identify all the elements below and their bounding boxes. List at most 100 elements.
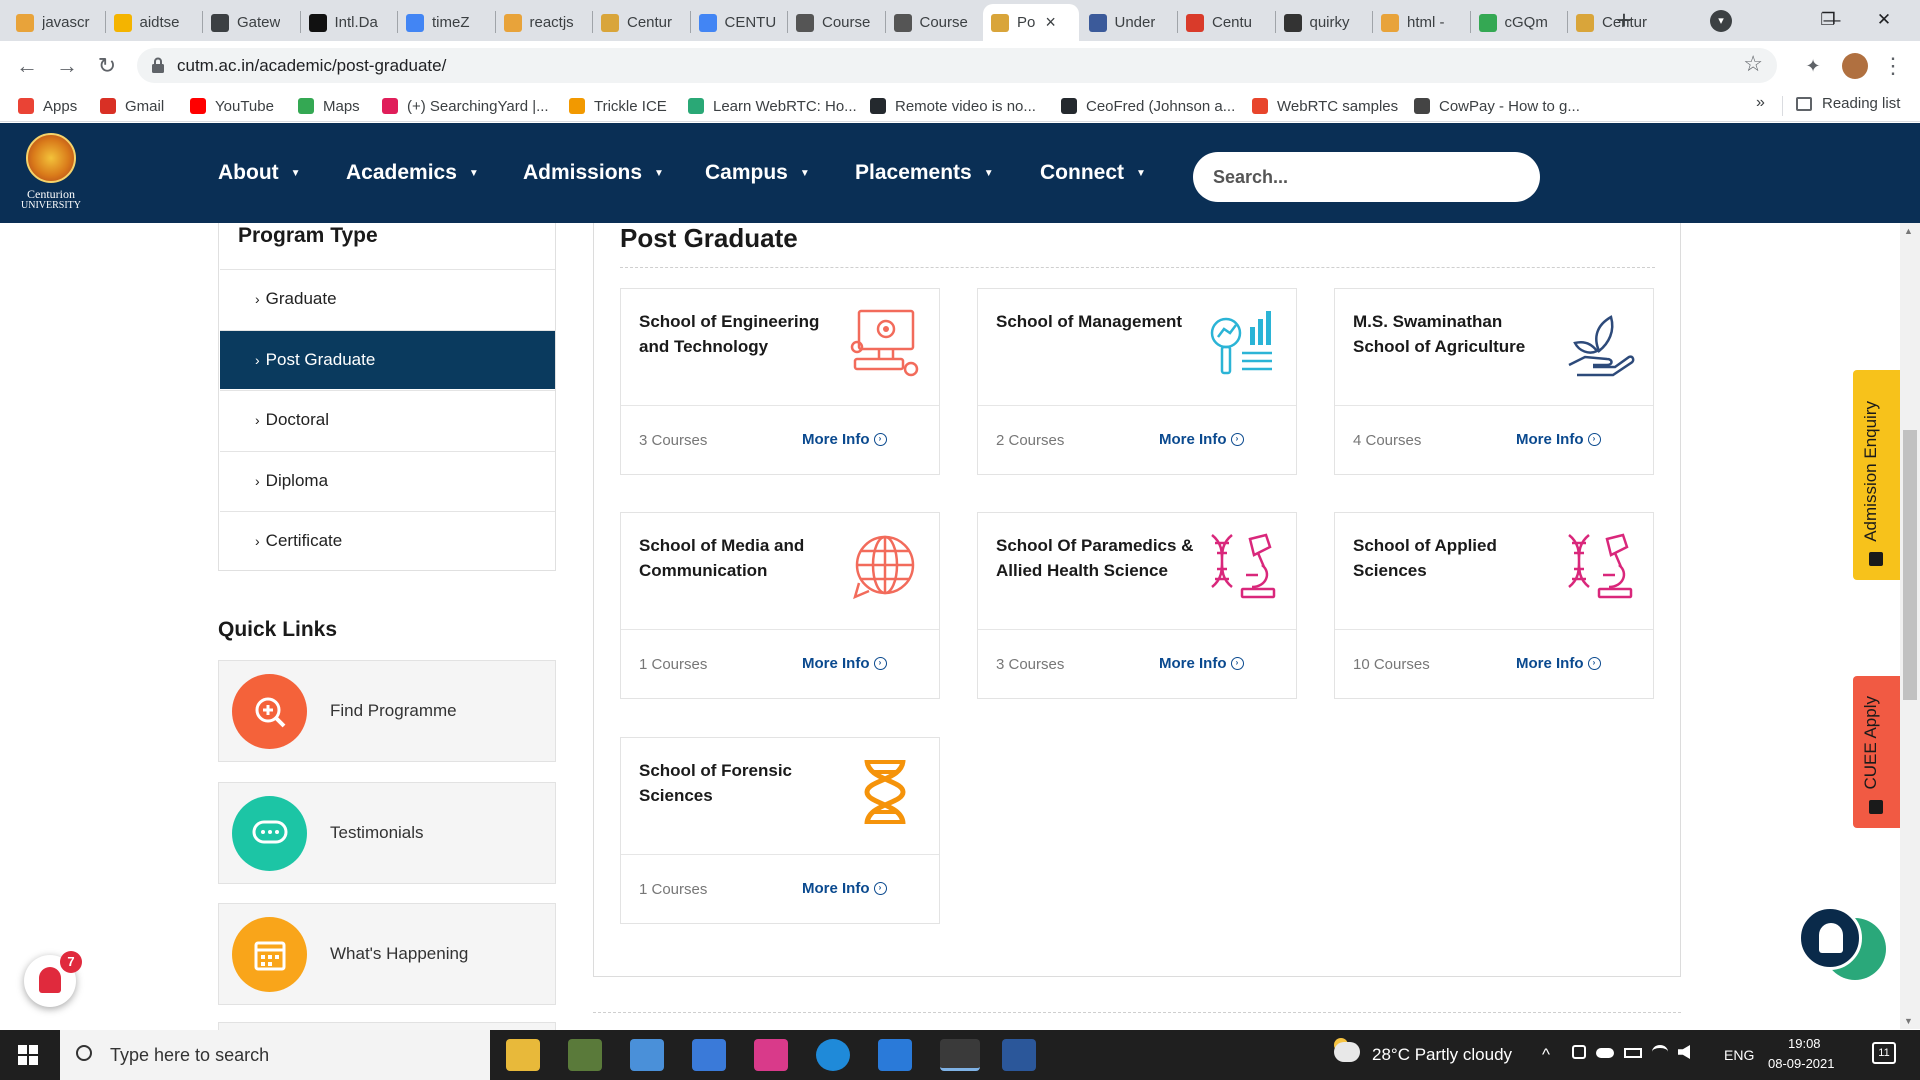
bookmark-item[interactable]: Remote video is no...	[870, 95, 1036, 117]
scroll-up-arrow[interactable]: ▲	[1904, 226, 1913, 236]
site-search-box[interactable]	[1193, 152, 1540, 202]
clock-date[interactable]: 08-09-2021	[1768, 1056, 1835, 1071]
language-indicator[interactable]: ENG	[1724, 1047, 1754, 1063]
taskbar-search-box[interactable]: Type here to search	[60, 1030, 490, 1080]
file-explorer-icon[interactable]	[506, 1039, 540, 1071]
school-card[interactable]: School of Media and Communication 1 Cours…	[620, 512, 940, 699]
bookmark-item[interactable]: Gmail	[100, 95, 164, 117]
nav-item-placements[interactable]: Placements ▼	[855, 161, 994, 185]
browser-tab[interactable]: reactjs	[496, 4, 592, 41]
word-icon[interactable]	[1002, 1039, 1036, 1071]
bookmark-item[interactable]: CowPay - How to g...	[1414, 95, 1580, 117]
browser-tab[interactable]: Centur	[1568, 4, 1664, 41]
school-card[interactable]: School of Management 2 Courses More Info ›	[977, 288, 1297, 475]
edge-icon[interactable]	[816, 1039, 850, 1071]
browser-tab[interactable]: javascr	[8, 4, 104, 41]
browser-tab[interactable]: Po ×	[983, 4, 1079, 41]
nav-item-admissions[interactable]: Admissions ▼	[523, 161, 664, 185]
nav-item-about[interactable]: About ▼	[218, 161, 301, 185]
action-center-badge[interactable]: 11	[1872, 1042, 1896, 1064]
more-info-link[interactable]: More Info ›	[1516, 431, 1601, 448]
profile-avatar[interactable]	[1842, 53, 1868, 79]
browser-tab[interactable]: cGQm	[1471, 4, 1567, 41]
browser-tab[interactable]: CENTU	[691, 4, 787, 41]
store-icon[interactable]	[630, 1039, 664, 1071]
tab-search-button[interactable]: ▾	[1710, 10, 1732, 32]
program-item-post-graduate[interactable]: › Post Graduate	[220, 329, 555, 389]
browser-tab[interactable]: timeZ	[398, 4, 494, 41]
browser-tab[interactable]: Course	[788, 4, 884, 41]
app-robot-icon[interactable]	[754, 1039, 788, 1071]
nav-label: Academics	[346, 161, 457, 184]
cuee-apply-tab[interactable]: CUEE Apply	[1853, 676, 1900, 828]
more-bookmarks-button[interactable]: »	[1756, 94, 1765, 112]
push-notification-button[interactable]	[1798, 906, 1862, 970]
nav-item-campus[interactable]: Campus ▼	[705, 161, 810, 185]
browser-tab[interactable]: Centur	[593, 4, 689, 41]
weather-text[interactable]: 28°C Partly cloudy	[1372, 1045, 1512, 1065]
centurion-logo[interactable]: Centurion UNIVERSITY	[18, 133, 82, 215]
bookmark-item[interactable]: Maps	[298, 95, 360, 117]
browser-tab[interactable]: Intl.Da	[301, 4, 397, 41]
more-info-link[interactable]: More Info ›	[802, 431, 887, 448]
admission-enquiry-tab[interactable]: Admission Enquiry	[1853, 370, 1900, 580]
forward-button[interactable]: →	[52, 51, 82, 81]
browser-tab[interactable]: Centu	[1178, 4, 1274, 41]
browser-tab[interactable]: html -	[1373, 4, 1469, 41]
school-card[interactable]: School of Applied Sciences 10 Courses More…	[1334, 512, 1654, 699]
school-card[interactable]: School of Engineering and Technology 3 Co…	[620, 288, 940, 475]
browser-tab[interactable]: Under	[1081, 4, 1177, 41]
bookmark-item[interactable]: CeoFred (Johnson a...	[1061, 95, 1235, 117]
bookmark-item[interactable]: (+) SearchingYard |...	[382, 95, 549, 117]
mail-icon[interactable]	[692, 1039, 726, 1071]
program-item-certificate[interactable]: › Certificate	[220, 511, 555, 570]
bookmark-star-icon[interactable]: ☆	[1743, 51, 1763, 77]
app-tool-icon[interactable]	[568, 1039, 602, 1071]
back-button[interactable]: ←	[12, 51, 42, 81]
quick-link-what-s-happening[interactable]: What's Happening	[218, 903, 556, 1005]
scrollbar-thumb[interactable]	[1903, 430, 1917, 700]
nav-item-connect[interactable]: Connect ▼	[1040, 161, 1146, 185]
quick-link-find-programme[interactable]: Find Programme	[218, 660, 556, 762]
windows-start-button[interactable]	[18, 1045, 38, 1065]
clock-time[interactable]: 19:08	[1788, 1036, 1821, 1051]
address-bar[interactable]: cutm.ac.in/academic/post-graduate/ ☆	[137, 48, 1777, 83]
vscode-icon[interactable]	[878, 1039, 912, 1071]
browser-tab[interactable]: Gatew	[203, 4, 299, 41]
system-tray-icons[interactable]	[1572, 1045, 1702, 1063]
tab-close-icon[interactable]: ×	[1045, 12, 1056, 33]
more-info-link[interactable]: More Info ›	[1159, 655, 1244, 672]
quick-link-testimonials[interactable]: Testimonials	[218, 781, 556, 884]
site-search-input[interactable]	[1213, 165, 1513, 189]
school-card[interactable]: M.S. Swaminathan School of Agriculture 4 …	[1334, 288, 1654, 475]
browser-tab[interactable]: Course	[886, 4, 982, 41]
maximize-button[interactable]: ❐	[1808, 6, 1848, 34]
program-item-diploma[interactable]: › Diploma	[220, 450, 555, 510]
bookmark-item[interactable]: WebRTC samples	[1252, 95, 1398, 117]
more-info-link[interactable]: More Info ›	[802, 655, 887, 672]
browser-tab[interactable]: quirky	[1276, 4, 1372, 41]
extensions-icon[interactable]: ✦	[1800, 53, 1826, 79]
chrome-icon[interactable]	[940, 1039, 980, 1071]
tray-expand-icon[interactable]: ^	[1542, 1045, 1550, 1065]
program-item-doctoral[interactable]: › Doctoral	[220, 390, 555, 449]
school-card[interactable]: School Of Paramedics & Allied Health Sci…	[977, 512, 1297, 699]
browser-menu-icon[interactable]: ⋮	[1880, 53, 1906, 79]
nav-item-academics[interactable]: Academics ▼	[346, 161, 479, 185]
bookmark-item[interactable]: Apps	[18, 95, 77, 117]
program-type-title: Program Type	[238, 224, 378, 247]
program-item-graduate[interactable]: › Graduate	[220, 269, 555, 328]
school-card[interactable]: School of Forensic Sciences 1 Courses More…	[620, 737, 940, 924]
bookmark-item[interactable]: Trickle ICE	[569, 95, 667, 117]
more-info-link[interactable]: More Info ›	[1159, 431, 1244, 448]
bookmark-item[interactable]: Learn WebRTC: Ho...	[688, 95, 857, 117]
browser-tab[interactable]: aidtse	[106, 4, 202, 41]
reload-button[interactable]: ↻	[92, 51, 122, 81]
reading-list-button[interactable]: Reading list	[1796, 95, 1900, 112]
more-info-link[interactable]: More Info ›	[802, 880, 887, 897]
close-window-button[interactable]: ✕	[1864, 6, 1904, 34]
bookmark-item[interactable]: YouTube	[190, 95, 274, 117]
scroll-down-arrow[interactable]: ▼	[1904, 1016, 1913, 1026]
notification-bell-button[interactable]: 7	[24, 951, 82, 1007]
more-info-link[interactable]: More Info ›	[1516, 655, 1601, 672]
